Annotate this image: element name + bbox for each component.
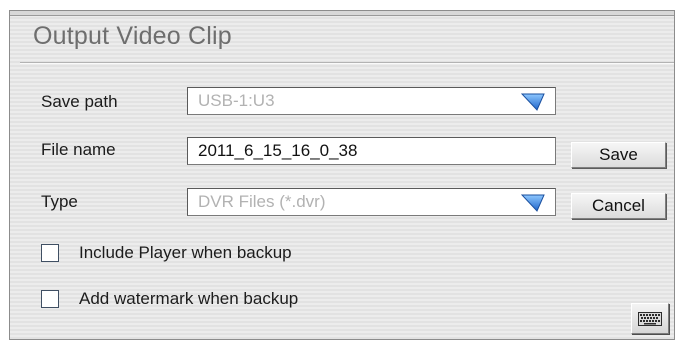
dropdown-arrow-icon[interactable] <box>521 93 545 111</box>
type-label: Type <box>41 192 78 211</box>
file-name-label: File name <box>41 140 116 159</box>
title-divider-highlight <box>20 63 674 64</box>
type-value: DVR Files (*.dvr) <box>198 192 326 211</box>
save-button[interactable]: Save <box>571 142 666 168</box>
cancel-button[interactable]: Cancel <box>571 193 666 219</box>
dropdown-arrow-icon[interactable] <box>521 194 545 212</box>
save-path-dropdown[interactable]: USB-1:U3 <box>187 87 556 115</box>
dialog-top-strip <box>10 11 674 16</box>
include-player-label: Include Player when backup <box>79 243 292 262</box>
save-path-value: USB-1:U3 <box>198 91 275 110</box>
add-watermark-label: Add watermark when backup <box>79 289 299 308</box>
keyboard-icon <box>638 312 662 326</box>
type-dropdown[interactable]: DVR Files (*.dvr) <box>187 188 556 216</box>
add-watermark-checkbox[interactable] <box>41 290 59 308</box>
output-video-clip-dialog: Output Video Clip Save path USB-1:U3 Fil… <box>9 10 675 340</box>
include-player-checkbox[interactable] <box>41 244 59 262</box>
file-name-input[interactable]: 2011_6_15_16_0_38 <box>187 137 556 165</box>
save-path-label: Save path <box>41 92 118 111</box>
keyboard-button[interactable] <box>631 303 669 334</box>
dialog-title: Output Video Clip <box>33 22 232 50</box>
file-name-value: 2011_6_15_16_0_38 <box>198 141 358 160</box>
